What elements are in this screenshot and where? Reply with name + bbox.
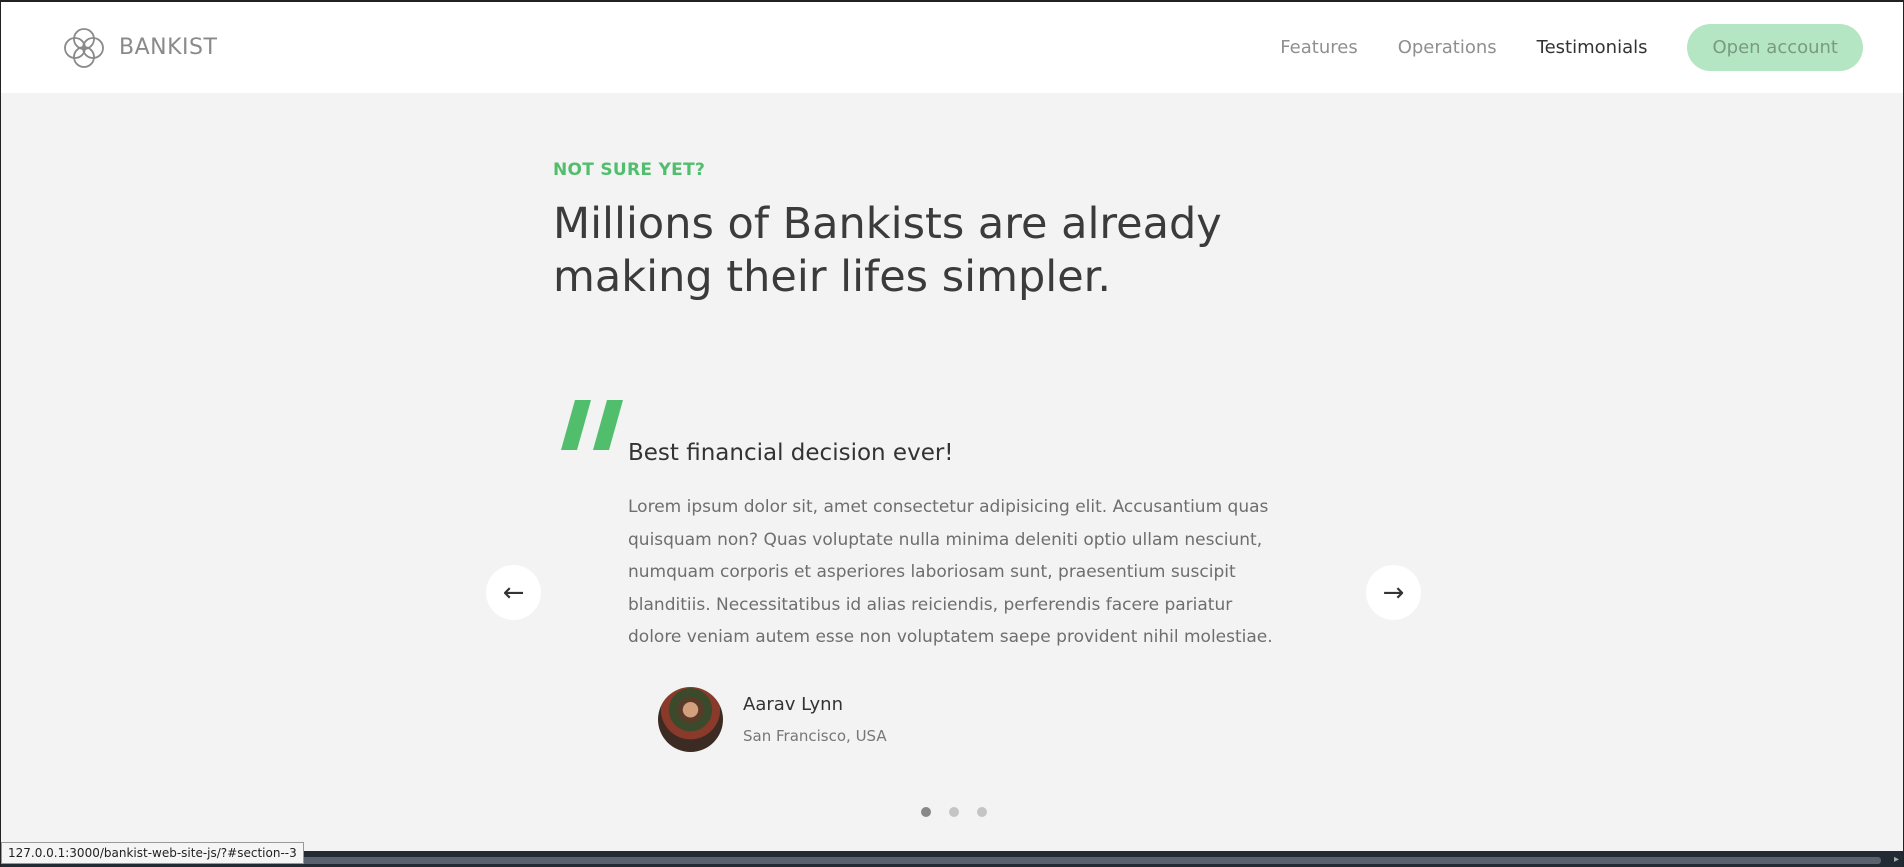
section-title: Millions of Bankists are already making … (553, 199, 1222, 302)
arrow-left-icon: ← (502, 577, 525, 608)
top-navbar: BANKIST Features Operations Testimonials… (1, 2, 1903, 93)
slider-next-button[interactable]: → (1366, 565, 1421, 620)
slider-dot-3[interactable] (977, 807, 987, 817)
scroll-right-icon[interactable]: ▸ (1894, 854, 1899, 865)
testimonial-author: Aarav Lynn San Francisco, USA (658, 687, 887, 752)
author-location: San Francisco, USA (743, 727, 887, 745)
author-info: Aarav Lynn San Francisco, USA (743, 694, 887, 745)
nav-link-operations[interactable]: Operations (1398, 37, 1497, 58)
nav-link-features[interactable]: Features (1280, 37, 1357, 58)
nav-links: Features Operations Testimonials Open ac… (1280, 24, 1863, 71)
testimonial-headline: Best financial decision ever! (628, 440, 954, 466)
avatar (658, 687, 723, 752)
quote-icon (561, 400, 623, 450)
arrow-right-icon: → (1382, 577, 1405, 608)
slider-dot-2[interactable] (949, 807, 959, 817)
nav-link-testimonials[interactable]: Testimonials (1537, 37, 1648, 58)
slider-prev-button[interactable]: ← (486, 565, 541, 620)
scrollbar-thumb[interactable] (291, 857, 1881, 864)
status-bar-url: 127.0.0.1:3000/bankist-web-site-js/?#sec… (1, 842, 304, 864)
logo[interactable]: BANKIST (61, 25, 217, 71)
logo-icon (64, 27, 104, 68)
testimonial-body: Lorem ipsum dolor sit, amet consectetur … (628, 497, 1273, 647)
logo-text: BANKIST (119, 35, 218, 60)
section-tag: NOT SURE YET? (553, 160, 706, 180)
author-name: Aarav Lynn (743, 694, 843, 715)
open-account-button[interactable]: Open account (1687, 24, 1863, 71)
slider-dot-1[interactable] (921, 807, 931, 817)
slider-dots (921, 807, 987, 817)
